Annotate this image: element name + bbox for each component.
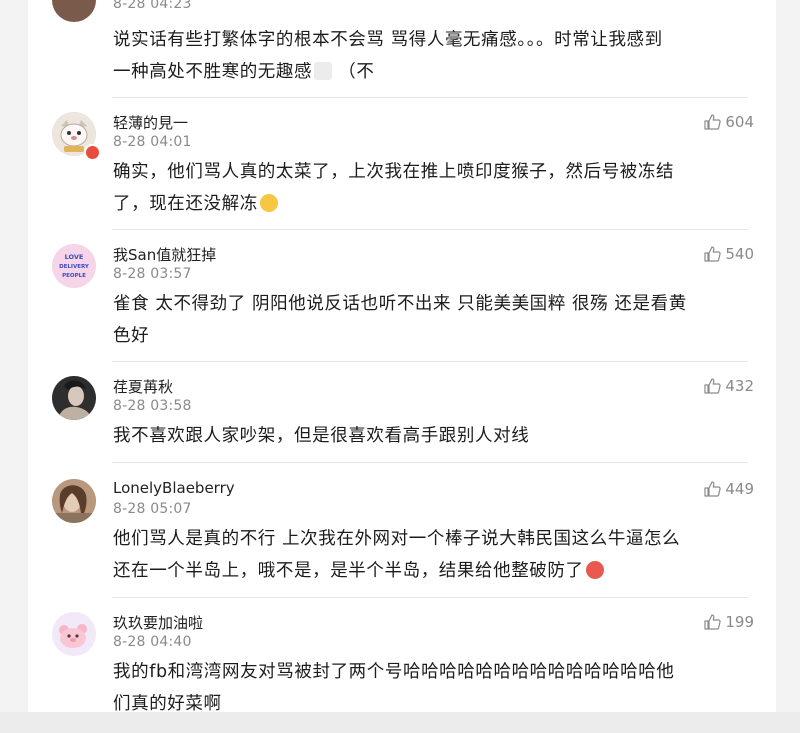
- comment-time: 8-28 03:58: [113, 398, 192, 414]
- comment-text-fragment: 还在一个半岛上，哦不是，是半个半岛，结果给他整破防了: [113, 561, 584, 581]
- comment-text-fragment: 了，现在还没解冻: [113, 194, 258, 214]
- comment-item: LonelyBlaeberry 8-28 05:07 449 他们骂人是真的不行…: [28, 463, 776, 597]
- thumbs-up-icon: [704, 378, 722, 394]
- hot-face-emoji-icon: [585, 561, 604, 579]
- comment-text-line: 了，现在还没解冻: [113, 188, 753, 220]
- crying-laughing-emoji-icon: [259, 194, 278, 212]
- like-count: 449: [725, 480, 754, 498]
- bottom-bar: [0, 712, 800, 733]
- comment-text-fragment: （不: [338, 62, 375, 82]
- comment-text-fragment: 一种高处不胜寒的无趣感: [113, 62, 313, 82]
- avatar[interactable]: [52, 479, 96, 523]
- comment-item: 轻薄的見一 8-28 04:01 604 确实，他们骂人真的太菜了，上次我在推上…: [28, 98, 776, 230]
- comment-text-line: 色好: [113, 326, 150, 346]
- comment-text: 说实话有些打繁体字的根本不会骂 骂得人毫无痛感。。。时常让我感到 一种高处不胜寒…: [113, 24, 753, 88]
- comment-time: 8-28 03:57: [113, 266, 192, 282]
- svg-text:PEOPLE: PEOPLE: [62, 273, 86, 279]
- comment-item: LOVE DELIVERY PEOPLE 我San值就狂掉 8-28 03:57…: [28, 230, 776, 362]
- avatar[interactable]: LOVE DELIVERY PEOPLE: [52, 244, 96, 288]
- comment-text-line: 我的fb和湾湾网友对骂被封了两个号哈哈哈哈哈哈哈哈哈哈哈哈哈哈他: [113, 662, 675, 682]
- like-button[interactable]: 449: [704, 480, 754, 498]
- portrait-avatar-icon: [52, 376, 96, 420]
- comment-username[interactable]: 玖玖要加油啦: [113, 612, 203, 633]
- comment-text: 我的fb和湾湾网友对骂被封了两个号哈哈哈哈哈哈哈哈哈哈哈哈哈哈他 们真的好菜啊: [113, 656, 753, 712]
- comment-item: 8-28 04:23 说实话有些打繁体字的根本不会骂 骂得人毫无痛感。。。时常让…: [28, 0, 776, 98]
- comment-text-line: 确实，他们骂人真的太菜了，上次我在推上喷印度猴子，然后号被冻结: [113, 162, 675, 182]
- avatar[interactable]: [52, 0, 96, 22]
- status-badge: [84, 144, 101, 161]
- emoji-icon: [314, 62, 333, 80]
- like-count: 199: [725, 613, 754, 631]
- like-count: 540: [725, 245, 754, 263]
- comment-text-line: 我不喜欢跟人家吵架，但是很喜欢看高手跟别人对线: [113, 426, 530, 446]
- comment-text: 我不喜欢跟人家吵架，但是很喜欢看高手跟别人对线: [113, 420, 753, 452]
- comment-time: 8-28 05:07: [113, 501, 192, 517]
- comment-text: 确实，他们骂人真的太菜了，上次我在推上喷印度猴子，然后号被冻结 了，现在还没解冻: [113, 156, 753, 220]
- comment-text-line: 还在一个半岛上，哦不是，是半个半岛，结果给他整破防了: [113, 555, 753, 587]
- comment-text-line: 他们骂人是真的不行 上次我在外网对一个棒子说大韩民国这么牛逼怎么: [113, 529, 681, 549]
- like-count: 432: [725, 377, 754, 395]
- comment-text-line: 们真的好菜啊: [113, 694, 222, 712]
- svg-text:DELIVERY: DELIVERY: [59, 264, 90, 270]
- comment-username[interactable]: 轻薄的見一: [113, 112, 188, 133]
- comment-text-line: 说实话有些打繁体字的根本不会骂 骂得人毫无痛感。。。时常让我感到: [113, 30, 663, 50]
- love-delivery-avatar-icon: LOVE DELIVERY PEOPLE: [52, 244, 96, 288]
- comment-item: 荏夏苒秋 8-28 03:58 432 我不喜欢跟人家吵架，但是很喜欢看高手跟别…: [28, 362, 776, 462]
- thumbs-up-icon: [704, 246, 722, 262]
- avatar[interactable]: [52, 612, 96, 656]
- comment-time: 8-28 04:40: [113, 634, 192, 650]
- comment-text: 他们骂人是真的不行 上次我在外网对一个棒子说大韩民国这么牛逼怎么 还在一个半岛上…: [113, 523, 753, 587]
- like-button[interactable]: 540: [704, 245, 754, 263]
- thumbs-up-icon: [704, 614, 722, 630]
- comment-time: 8-28 04:23: [113, 0, 192, 12]
- comment-text-line: 雀食 太不得劲了 阴阳他说反话也听不出来 只能美美国粹 很殇 还是看黄: [113, 294, 687, 314]
- like-button[interactable]: 432: [704, 377, 754, 395]
- comment-username[interactable]: 我San值就狂掉: [113, 244, 216, 265]
- avatar[interactable]: [52, 376, 96, 420]
- comment-list: 8-28 04:23 说实话有些打繁体字的根本不会骂 骂得人毫无痛感。。。时常让…: [28, 0, 776, 712]
- svg-text:LOVE: LOVE: [65, 253, 84, 261]
- comment-username[interactable]: LonelyBlaeberry: [113, 479, 235, 497]
- thumbs-up-icon: [704, 481, 722, 497]
- portrait-avatar-icon: [52, 479, 96, 523]
- comment-text: 雀食 太不得劲了 阴阳他说反话也听不出来 只能美美国粹 很殇 还是看黄 色好: [113, 288, 753, 352]
- comment-username[interactable]: 荏夏苒秋: [113, 376, 173, 397]
- comment-text-line: 一种高处不胜寒的无趣感 （不: [113, 56, 753, 88]
- like-button[interactable]: 199: [704, 613, 754, 631]
- bear-avatar-icon: [52, 612, 96, 656]
- comment-item: 玖玖要加油啦 8-28 04:40 199 我的fb和湾湾网友对骂被封了两个号哈…: [28, 598, 776, 712]
- like-button[interactable]: 604: [704, 113, 754, 131]
- like-count: 604: [725, 113, 754, 131]
- thumbs-up-icon: [704, 114, 722, 130]
- comment-time: 8-28 04:01: [113, 134, 192, 150]
